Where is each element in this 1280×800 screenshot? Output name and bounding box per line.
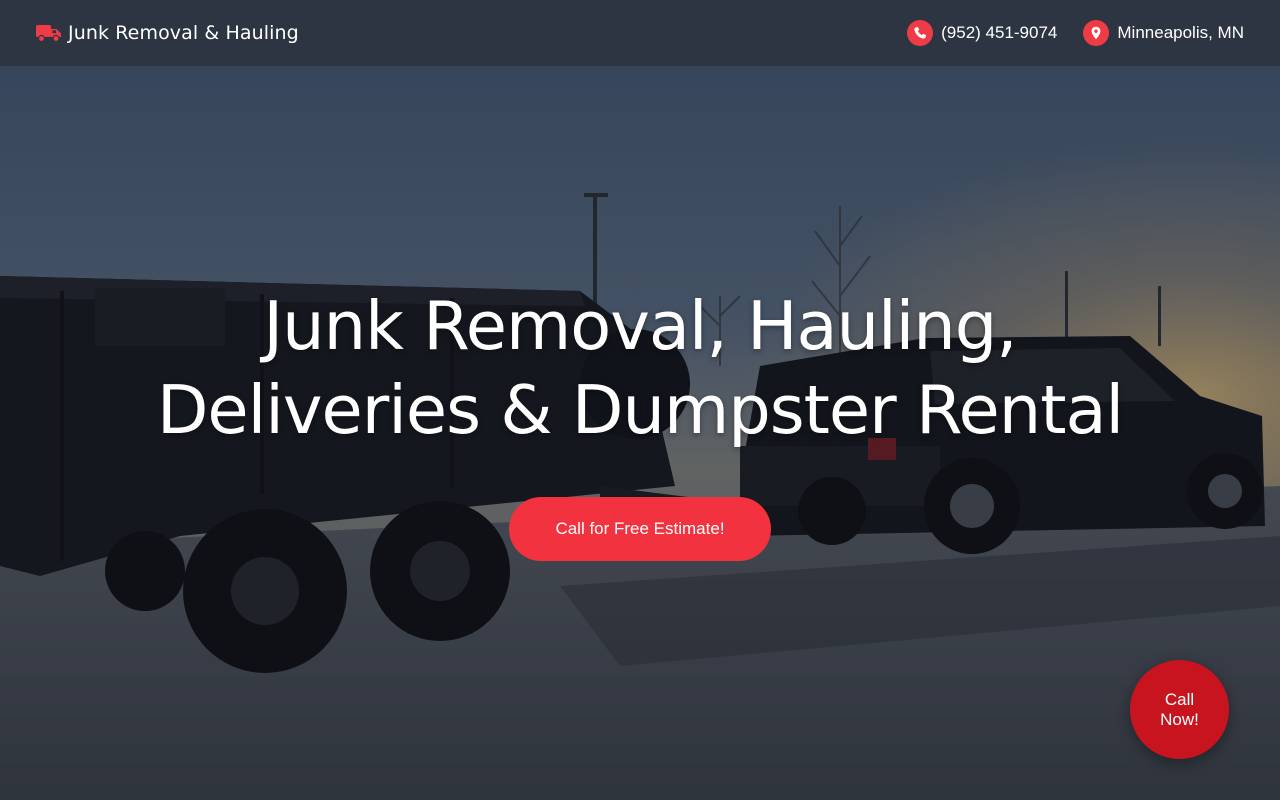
hero-title-line-1: Junk Removal, Hauling,	[263, 287, 1017, 365]
call-now-button[interactable]: Call Now!	[1130, 660, 1229, 759]
phone-number: (952) 451-9074	[941, 23, 1058, 42]
hero-title: Junk Removal, Hauling, Deliveries & Dump…	[0, 284, 1280, 452]
phone-link[interactable]: (952) 451-9074	[907, 20, 1057, 46]
brand-logo-link[interactable]: Junk Removal & Hauling	[36, 22, 299, 44]
location-link[interactable]: Minneapolis, MN	[1083, 20, 1244, 46]
truck-icon	[36, 25, 61, 43]
hero-section: Junk Removal, Hauling, Deliveries & Dump…	[0, 66, 1280, 800]
header-contacts: (952) 451-9074 Minneapolis, MN	[907, 20, 1244, 46]
hero-title-line-2: Deliveries & Dumpster Rental	[156, 371, 1124, 449]
map-pin-icon	[1083, 20, 1110, 46]
location-text: Minneapolis, MN	[1117, 23, 1244, 42]
phone-icon	[907, 20, 934, 46]
free-estimate-button[interactable]: Call for Free Estimate!	[509, 497, 771, 561]
brand-name: Junk Removal & Hauling	[68, 22, 299, 44]
site-header: Junk Removal & Hauling (952) 451-9074 Mi…	[0, 0, 1280, 66]
